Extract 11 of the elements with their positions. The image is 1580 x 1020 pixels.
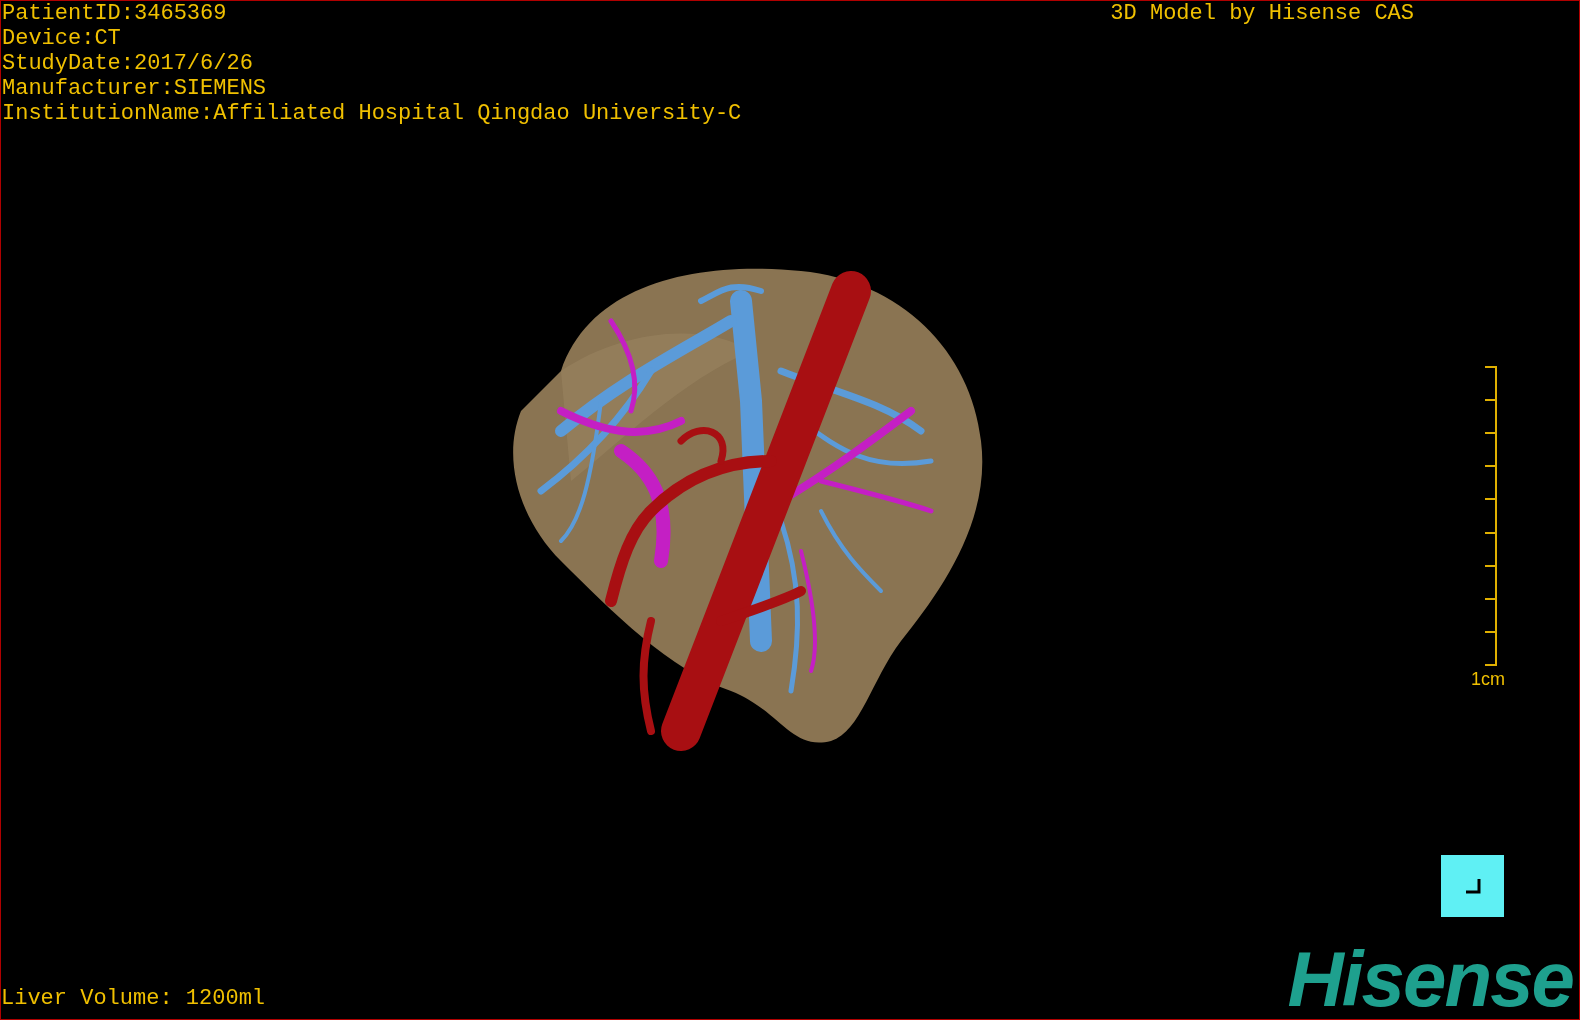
liver-volume: Liver Volume: 1200ml	[1, 985, 266, 1013]
corner-icon	[1463, 877, 1482, 895]
info-line: StudyDate:2017/6/26	[2, 51, 254, 76]
view-corner-button[interactable]	[1441, 855, 1504, 917]
info-line: Device:CT	[2, 26, 122, 51]
info-line: Manufacturer:SIEMENS	[2, 76, 268, 101]
scale-label: 1cm	[1471, 668, 1505, 691]
info-line: InstitutionName:Affiliated Hospital Qingdao University-C	[2, 101, 742, 126]
model-credit: 3D Model by Hisense CAS	[1110, 1, 1414, 28]
info-line: PatientID:3465369	[2, 1, 228, 26]
brand-logo: Hisense	[1287, 939, 1574, 1019]
